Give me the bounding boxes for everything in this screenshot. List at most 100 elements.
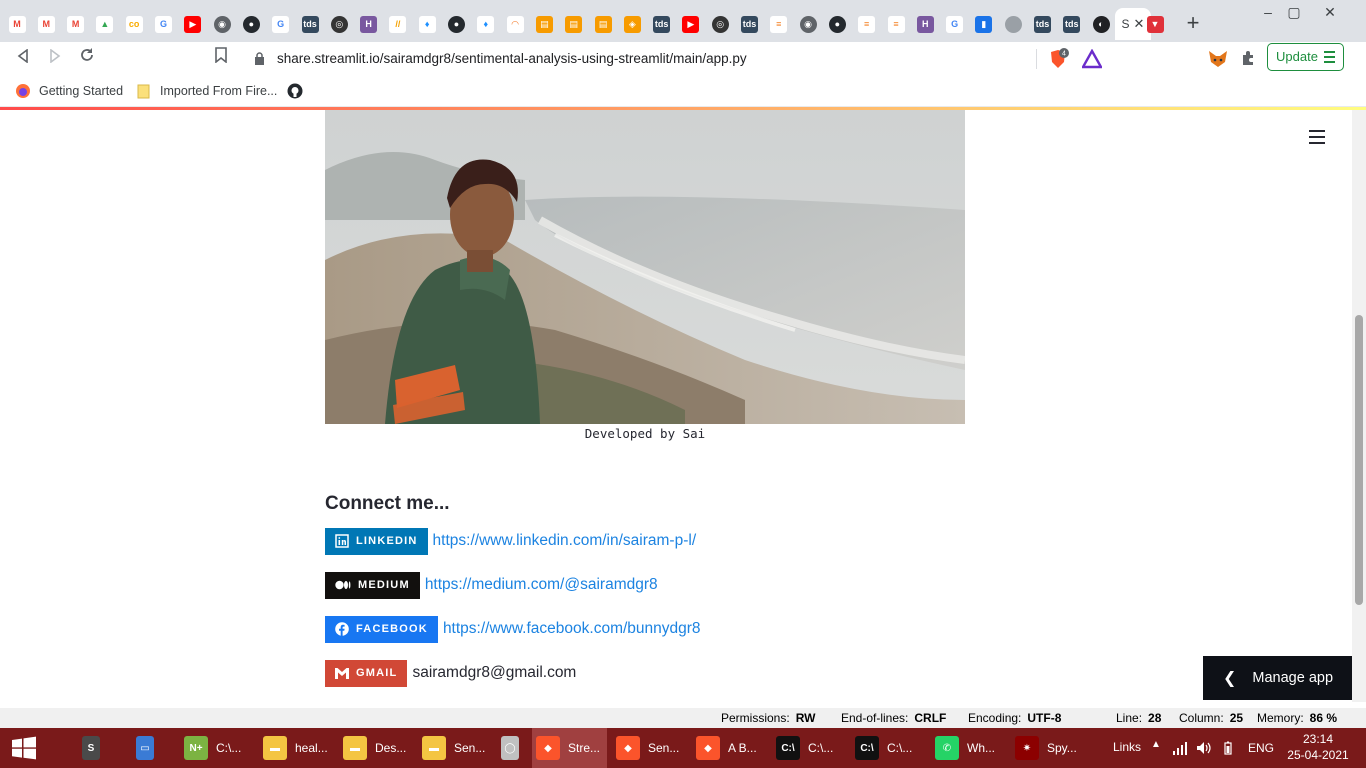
update-button[interactable]: Update (1267, 43, 1344, 71)
medium-link[interactable]: https://medium.com/@sairamdgr8 (425, 576, 658, 594)
chevron-left-icon: ❮ (1223, 670, 1237, 687)
language-indicator[interactable]: ENG (1248, 741, 1274, 755)
browser-tab[interactable]: tds (648, 8, 676, 40)
metamask-icon[interactable] (1207, 48, 1229, 70)
url-text[interactable]: share.streamlit.io/sairamdgr8/sentimenta… (277, 51, 747, 66)
volume-icon[interactable] (1196, 741, 1212, 755)
scrollbar-thumb[interactable] (1355, 315, 1363, 605)
taskbar-item[interactable]: ✆ Wh... (931, 728, 1006, 768)
browser-tab[interactable]: ≡ (853, 8, 881, 40)
browser-tab[interactable]: H (911, 8, 939, 40)
taskbar-item[interactable]: ▬ heal... (259, 728, 334, 768)
taskbar-clock[interactable]: 23:14 25-04-2021 (1283, 731, 1353, 763)
browser-tab[interactable]: tds (736, 8, 764, 40)
browser-tab[interactable]: ≡ (882, 8, 910, 40)
gmail-badge[interactable]: GMAIL (325, 659, 408, 687)
taskbar-item[interactable]: C:\ C:\... (851, 728, 926, 768)
browser-tab[interactable]: ♦ (413, 8, 441, 40)
browser-tab[interactable]: ▶ (677, 8, 705, 40)
gmail-icon: M (67, 15, 85, 33)
taskbar-item[interactable]: ◯ (497, 728, 527, 768)
facebook-badge[interactable]: FACEBOOK (325, 615, 438, 643)
browser-tab[interactable]: ◎ (325, 8, 353, 40)
window-icon: ▭ (136, 736, 154, 760)
taskbar-item[interactable]: ▬ Sen... (418, 728, 493, 768)
hamburger-menu-icon[interactable] (1309, 130, 1325, 148)
browser-tab[interactable]: M (32, 8, 60, 40)
browser-tab[interactable]: G (150, 8, 178, 40)
social-row-linkedin: LINKEDIN https://www.linkedin.com/in/sai… (325, 527, 696, 555)
browser-tab[interactable]: ◈ (618, 8, 646, 40)
close-window-icon[interactable]: ✕ (1312, 0, 1348, 24)
page-scrollbar[interactable] (1352, 110, 1366, 702)
browser-tab[interactable]: ◠ (501, 8, 529, 40)
tab-streamlit-red[interactable]: ▼ (1141, 8, 1169, 40)
brave-shield-icon[interactable]: 4 (1047, 48, 1069, 70)
network-icon[interactable] (1172, 741, 1188, 755)
address-bar[interactable]: share.streamlit.io/sairamdgr8/sentimenta… (244, 45, 1109, 73)
browser-tab[interactable]: ● (823, 8, 851, 40)
browser-tab[interactable]: H (355, 8, 383, 40)
manage-app-button[interactable]: ❮ Manage app (1203, 656, 1352, 700)
linkedin-link[interactable]: https://www.linkedin.com/in/sairam-p-l/ (433, 532, 697, 550)
browser-tab[interactable]: ≡ (765, 8, 793, 40)
taskbar-item[interactable]: ◆ Sen... (612, 728, 687, 768)
links-toolbar-label[interactable]: Links (1113, 740, 1141, 754)
taskbar-item-label: Wh... (967, 741, 996, 755)
browser-tab[interactable]: ● (237, 8, 265, 40)
status-memory: Memory: 86 % (1257, 711, 1337, 725)
maximize-icon[interactable]: ▢ (1276, 0, 1312, 24)
battery-icon[interactable] (1224, 741, 1232, 755)
browser-tab[interactable]: ▤ (589, 8, 617, 40)
status-eol: End-of-lines: CRLF (841, 711, 946, 725)
taskbar-item[interactable]: ▭ (132, 728, 162, 768)
taskbar-item[interactable]: N+ C:\... (180, 728, 255, 768)
browser-tab[interactable] (999, 8, 1027, 40)
browser-tab[interactable]: ▮ (970, 8, 998, 40)
browser-tab[interactable]: ◉ (794, 8, 822, 40)
browser-tab[interactable]: tds (1029, 8, 1057, 40)
browser-tab[interactable]: ♦ (472, 8, 500, 40)
browser-tab[interactable]: M (3, 8, 31, 40)
bookmark-getting-started[interactable]: Getting Started (15, 81, 123, 101)
forward-icon[interactable] (42, 46, 68, 72)
back-icon[interactable] (10, 46, 36, 72)
taskbar-item[interactable]: ▬ Des... (339, 728, 414, 768)
windows-start-icon[interactable] (10, 736, 38, 760)
reload-icon[interactable] (74, 46, 100, 72)
bookmark-imported-folder[interactable]: Imported From Fire... (136, 81, 277, 101)
browser-tab[interactable]: ◉ (208, 8, 236, 40)
browser-tab[interactable]: ▶ (179, 8, 207, 40)
browser-tab[interactable]: M (62, 8, 90, 40)
gmail-address: sairamdgr8@gmail.com (412, 664, 577, 681)
browser-tab[interactable]: co (120, 8, 148, 40)
browser-tab[interactable]: tds (296, 8, 324, 40)
browser-tab[interactable]: ◎ (706, 8, 734, 40)
browser-tab[interactable]: ◐ (1087, 8, 1115, 40)
taskbar-item[interactable]: ◆ A B... (692, 728, 767, 768)
medium-badge[interactable]: MEDIUM (325, 571, 420, 599)
browser-tab[interactable]: ● (443, 8, 471, 40)
browser-tab[interactable]: G (267, 8, 295, 40)
extensions-icon[interactable] (1240, 49, 1258, 67)
bookmark-github[interactable] (287, 81, 311, 101)
facebook-link[interactable]: https://www.facebook.com/bunnydgr8 (443, 620, 701, 638)
new-tab-button[interactable]: + (1181, 12, 1205, 36)
bookmark-icon[interactable] (208, 46, 234, 72)
brave-rewards-icon[interactable] (1082, 49, 1102, 69)
folder-icon (137, 84, 150, 99)
status-label: End-of-lines: (841, 711, 909, 725)
taskbar-item[interactable]: S (78, 728, 108, 768)
taskbar-item[interactable]: C:\ C:\... (772, 728, 847, 768)
browser-tab[interactable]: ▲ (91, 8, 119, 40)
taskbar-item[interactable]: ✷ Spy... (1011, 728, 1086, 768)
browser-tab[interactable]: ▤ (530, 8, 558, 40)
browser-tab[interactable]: G (941, 8, 969, 40)
browser-tab[interactable]: ▤ (560, 8, 588, 40)
orange-doc-icon: ▤ (535, 15, 553, 33)
chevron-up-icon[interactable]: ▲ (1151, 739, 1161, 750)
browser-tab[interactable]: // (384, 8, 412, 40)
browser-tab[interactable]: tds (1058, 8, 1086, 40)
taskbar-item[interactable]: ◆ Stre... (532, 728, 607, 768)
linkedin-badge[interactable]: LINKEDIN (325, 527, 428, 555)
